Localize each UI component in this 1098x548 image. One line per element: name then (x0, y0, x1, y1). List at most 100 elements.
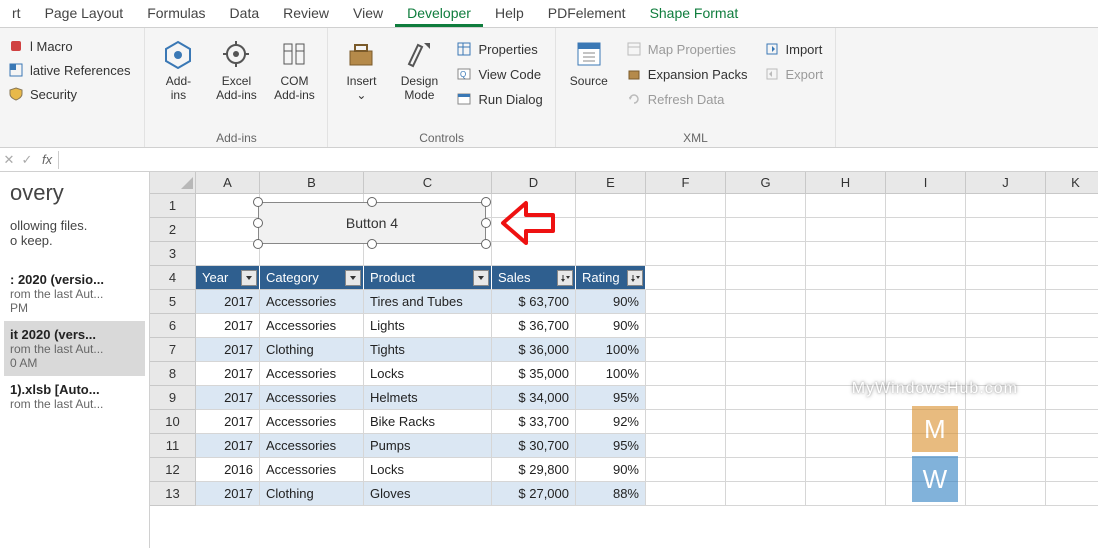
row-header[interactable]: 2 (150, 218, 196, 242)
row-header[interactable]: 11 (150, 434, 196, 458)
cell[interactable] (1046, 386, 1098, 410)
cell[interactable] (646, 386, 726, 410)
col-header-E[interactable]: E (576, 172, 646, 194)
cell[interactable]: Sales (492, 266, 576, 290)
cell[interactable]: $ 34,000 (492, 386, 576, 410)
cell[interactable]: Tights (364, 338, 492, 362)
tab-data[interactable]: Data (218, 0, 272, 27)
cell[interactable]: Clothing (260, 338, 364, 362)
cell[interactable] (646, 482, 726, 506)
select-all-corner[interactable] (150, 172, 196, 194)
tab-page-layout[interactable]: Page Layout (33, 0, 136, 27)
cell[interactable]: $ 36,700 (492, 314, 576, 338)
cell[interactable] (806, 338, 886, 362)
col-header-D[interactable]: D (492, 172, 576, 194)
col-header-A[interactable]: A (196, 172, 260, 194)
row-header[interactable]: 7 (150, 338, 196, 362)
filter-dropdown-icon[interactable] (241, 270, 257, 286)
accept-formula-icon[interactable]: ✓ (18, 152, 36, 168)
cell[interactable]: 95% (576, 386, 646, 410)
cell[interactable] (1046, 434, 1098, 458)
cell[interactable] (646, 266, 726, 290)
cell[interactable]: Year (196, 266, 260, 290)
cell[interactable]: 100% (576, 338, 646, 362)
cell[interactable]: 88% (576, 482, 646, 506)
tab-help[interactable]: Help (483, 0, 536, 27)
cell[interactable] (1046, 410, 1098, 434)
cell[interactable]: 2017 (196, 362, 260, 386)
fx-label[interactable]: fx (36, 152, 58, 167)
cell[interactable] (726, 194, 806, 218)
col-header-C[interactable]: C (364, 172, 492, 194)
cell[interactable]: Accessories (260, 362, 364, 386)
col-header-H[interactable]: H (806, 172, 886, 194)
cell[interactable] (886, 314, 966, 338)
col-header-I[interactable]: I (886, 172, 966, 194)
cell[interactable] (646, 290, 726, 314)
resize-handle[interactable] (481, 239, 491, 249)
row-header[interactable]: 12 (150, 458, 196, 482)
form-control-button[interactable]: Button 4 (258, 202, 486, 244)
cell[interactable]: 92% (576, 410, 646, 434)
cell[interactable] (646, 314, 726, 338)
filter-dropdown-icon[interactable] (557, 270, 573, 286)
cell[interactable]: Category (260, 266, 364, 290)
cell[interactable] (260, 242, 364, 266)
cell[interactable]: $ 33,700 (492, 410, 576, 434)
cell[interactable]: 2017 (196, 482, 260, 506)
cell[interactable] (726, 386, 806, 410)
cell[interactable] (966, 194, 1046, 218)
cell[interactable] (646, 362, 726, 386)
cell[interactable]: Locks (364, 458, 492, 482)
cell[interactable] (886, 194, 966, 218)
cell[interactable] (806, 242, 886, 266)
cell[interactable]: Lights (364, 314, 492, 338)
tab-pdfelement[interactable]: PDFelement (536, 0, 638, 27)
cell[interactable]: 2017 (196, 410, 260, 434)
cell[interactable] (726, 314, 806, 338)
cell[interactable] (726, 266, 806, 290)
cell[interactable] (726, 362, 806, 386)
cell[interactable]: 90% (576, 458, 646, 482)
cell[interactable] (886, 290, 966, 314)
cell[interactable] (966, 242, 1046, 266)
cell[interactable]: 90% (576, 314, 646, 338)
recovery-file[interactable]: : 2020 (versio...rom the last Aut...PM (4, 266, 145, 321)
cancel-formula-icon[interactable]: ✕ (0, 152, 18, 168)
col-header-G[interactable]: G (726, 172, 806, 194)
cell[interactable] (1046, 458, 1098, 482)
cell[interactable] (646, 458, 726, 482)
cell[interactable]: Product (364, 266, 492, 290)
cell[interactable] (576, 242, 646, 266)
cell[interactable] (726, 338, 806, 362)
cell[interactable]: Accessories (260, 314, 364, 338)
cell[interactable] (886, 218, 966, 242)
view-code-item[interactable]: Q View Code (452, 63, 546, 85)
row-header[interactable]: 6 (150, 314, 196, 338)
col-header-B[interactable]: B (260, 172, 364, 194)
tab-developer[interactable]: Developer (395, 0, 483, 27)
run-dialog-item[interactable]: Run Dialog (452, 88, 546, 110)
recovery-file[interactable]: 1).xlsb [Auto...rom the last Aut... (4, 376, 145, 417)
cell[interactable] (726, 482, 806, 506)
tab-shape-format[interactable]: Shape Format (638, 0, 751, 27)
cell[interactable] (364, 242, 492, 266)
col-header-K[interactable]: K (1046, 172, 1098, 194)
cell[interactable] (726, 290, 806, 314)
cell[interactable] (1046, 266, 1098, 290)
cell[interactable] (806, 218, 886, 242)
row-header[interactable]: 13 (150, 482, 196, 506)
cell[interactable] (966, 218, 1046, 242)
cell[interactable] (806, 290, 886, 314)
cell[interactable] (1046, 194, 1098, 218)
cell[interactable]: 90% (576, 290, 646, 314)
cell[interactable] (1046, 314, 1098, 338)
cell[interactable]: 2016 (196, 458, 260, 482)
row-header[interactable]: 10 (150, 410, 196, 434)
column-headers[interactable]: ABCDEFGHIJK (196, 172, 1098, 194)
cell[interactable]: $ 36,000 (492, 338, 576, 362)
cell[interactable] (646, 194, 726, 218)
resize-handle[interactable] (367, 197, 377, 207)
cell[interactable] (196, 194, 260, 218)
col-header-J[interactable]: J (966, 172, 1046, 194)
